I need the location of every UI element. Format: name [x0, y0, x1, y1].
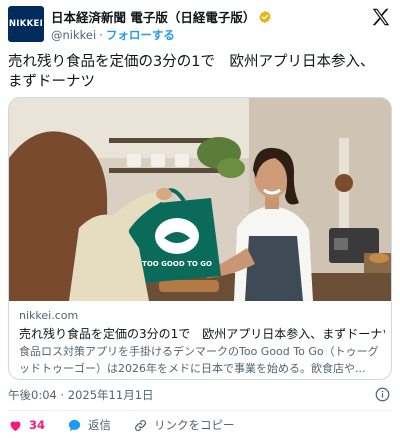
- card-description: 食品ロス対策アプリを手掛けるデンマークのToo Good To Go（トゥーグッ…: [19, 345, 379, 375]
- follow-button[interactable]: フォローする: [106, 27, 175, 43]
- copy-link-button[interactable]: リンクをコピー: [133, 417, 235, 433]
- heart-icon: [10, 420, 21, 431]
- copy-link-label: リンクをコピー: [154, 418, 235, 432]
- action-bar: 34 返信 リンクをコピー: [8, 414, 392, 436]
- article-photo[interactable]: TOO GOOD TO GO: [9, 98, 392, 301]
- name-line: 日本経済新聞 電子版（日経電子版）: [51, 8, 272, 25]
- timestamp[interactable]: 午後0:04 · 2025年11月1日: [8, 387, 154, 403]
- divider: [8, 410, 392, 411]
- reply-button[interactable]: 返信: [67, 417, 111, 433]
- like-count: 34: [29, 418, 46, 432]
- tweet-text-line: まずドーナツ: [8, 74, 95, 90]
- card-domain: nikkei.com: [19, 309, 79, 322]
- tweet-text: 売れ残り食品を定価の3分の1で 欧州アプリ日本参入、 まずドーナツ: [8, 52, 392, 92]
- like-button[interactable]: 34: [8, 418, 45, 433]
- verified-badge-icon: [259, 10, 272, 23]
- timestamp-row: 午後0:04 · 2025年11月1日: [8, 386, 392, 404]
- info-icon[interactable]: [375, 387, 390, 402]
- display-name[interactable]: 日本経済新聞 電子版（日経電子版）: [51, 7, 255, 26]
- tweet-text-line: 売れ残り食品を定価の3分の1で 欧州アプリ日本参入、: [8, 54, 375, 70]
- handle[interactable]: @nikkei: [51, 28, 96, 42]
- reply-bubble-icon: [68, 419, 81, 431]
- x-logo-icon[interactable]: [370, 6, 392, 28]
- handle-line: @nikkei · フォローする: [51, 27, 175, 43]
- bag-logo-text: TOO GOOD TO GO: [142, 260, 212, 268]
- reply-label: 返信: [88, 418, 112, 432]
- tweet-header: NIKKEI 日本経済新聞 電子版（日経電子版） @nikkei · フォローす…: [8, 6, 392, 46]
- link-card[interactable]: TOO GOOD TO GO nikkei.com 売れ残り食品を定価の3分の1…: [8, 97, 392, 380]
- separator-dot: ·: [99, 28, 103, 42]
- avatar[interactable]: NIKKEI: [8, 6, 44, 42]
- link-icon: [135, 419, 146, 431]
- card-title[interactable]: 売れ残り食品を定価の3分の1で 欧州アプリ日本参入、まずドーナツ: [19, 325, 385, 342]
